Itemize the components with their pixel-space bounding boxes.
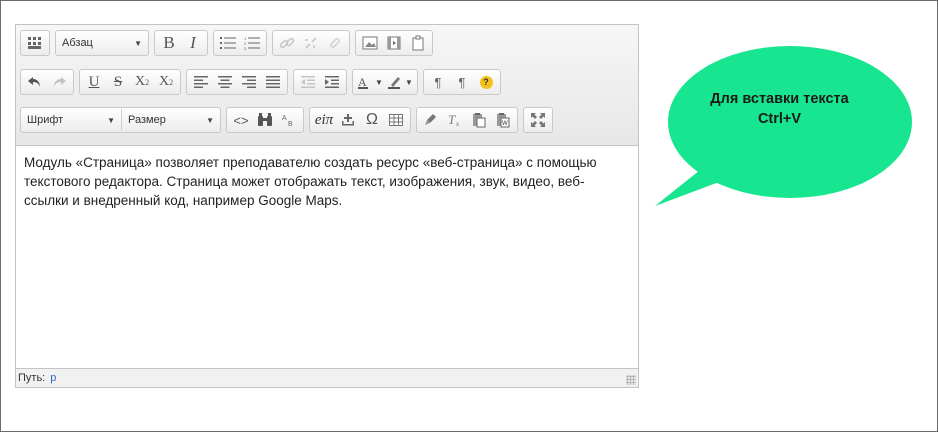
toolbar-row-1: Абзац ▼ B I 123 [20, 30, 438, 56]
align-left-icon[interactable] [189, 71, 213, 93]
chevron-down-icon: ▼ [206, 115, 214, 125]
font-controls-group: Шрифт ▼ Размер ▼ [20, 107, 221, 133]
outdent-icon[interactable] [296, 71, 320, 93]
align-center-icon[interactable] [213, 71, 237, 93]
unlink-icon[interactable] [299, 32, 323, 54]
paste-text-icon[interactable] [467, 109, 491, 131]
table-icon[interactable] [384, 109, 408, 131]
subscript-mark: 2 [145, 77, 150, 87]
toolbar-row-3: Шрифт ▼ Размер ▼ <> AB eiπ Ω T x W [20, 107, 558, 133]
clear-formatting-brush-icon[interactable] [419, 109, 443, 131]
find-replace-icon[interactable] [253, 109, 277, 131]
path-label: Путь: [18, 372, 46, 384]
superscript-button[interactable]: X2 [154, 71, 178, 93]
indent-group [293, 69, 347, 95]
text-color-icon[interactable]: A ▼ [355, 71, 385, 93]
toggle-toolbar-group [20, 30, 50, 56]
italic-button[interactable]: I [181, 32, 205, 54]
special-character-button[interactable]: Ω [360, 109, 384, 131]
subscript-base: X [134, 74, 146, 89]
align-group [186, 69, 288, 95]
history-group [20, 69, 74, 95]
cleanup-group: Tx W [416, 107, 518, 133]
callout-line-1: Для вставки текста [710, 91, 849, 107]
case-change-icon[interactable]: AB [277, 109, 301, 131]
align-justify-icon[interactable] [261, 71, 285, 93]
superscript-mark: 2 [169, 77, 174, 87]
paragraph-format-value: Абзац [62, 37, 93, 49]
image-icon[interactable] [358, 32, 382, 54]
media-group [355, 30, 433, 56]
insert-char-icon[interactable] [336, 109, 360, 131]
callout-line-2: Ctrl+V [757, 111, 802, 127]
callout-text: Для вставки текста Ctrl+V [682, 89, 877, 129]
format-group: U S X2 X2 [79, 69, 181, 95]
svg-text:x: x [456, 122, 459, 127]
redo-icon[interactable] [47, 71, 71, 93]
resize-handle-icon[interactable] [626, 375, 636, 385]
path-element-link[interactable]: p [50, 372, 56, 384]
text-editor: Абзац ▼ B I 123 U S X 2 X 2 A ▼ ▼ ¶ ¶ ? … [15, 24, 639, 388]
svg-text:A: A [358, 75, 367, 89]
equation-button[interactable]: eiπ [312, 109, 336, 131]
code-search-group: <> AB [226, 107, 304, 133]
toolbar-toggle-icon[interactable] [23, 32, 47, 54]
font-size-value: Размер [128, 114, 166, 126]
help-icon: ? [479, 75, 493, 89]
paragraph-format-dropdown[interactable]: Абзац ▼ [55, 30, 149, 56]
fullscreen-icon[interactable] [526, 109, 550, 131]
svg-text:B: B [288, 121, 293, 127]
source-code-icon[interactable]: <> [229, 109, 253, 131]
svg-text:A: A [282, 115, 287, 122]
bold-button[interactable]: B [157, 32, 181, 54]
direction-group: ¶ ¶ ? [423, 69, 501, 95]
numbered-list-icon[interactable]: 123 [240, 32, 264, 54]
editor-content-area[interactable]: Модуль «Страница» позволяет преподавател… [24, 153, 624, 210]
paste-word-icon[interactable]: W [491, 109, 515, 131]
indent-icon[interactable] [320, 71, 344, 93]
toolbar-row-2: U S X2 X2 A ▼ ▼ ¶ ¶ ? [20, 69, 506, 95]
chevron-down-icon: ▼ [134, 38, 142, 48]
chevron-down-icon: ▼ [375, 77, 383, 87]
font-family-dropdown[interactable]: Шрифт ▼ [21, 109, 122, 131]
font-size-dropdown[interactable]: Размер ▼ [122, 109, 220, 131]
content-paragraph: Модуль «Страница» позволяет преподавател… [24, 155, 597, 208]
chevron-down-icon: ▼ [405, 77, 413, 87]
editor-statusbar: Путь: p [16, 368, 638, 387]
svg-text:3: 3 [244, 46, 247, 50]
svg-text:W: W [502, 121, 508, 127]
bullet-list-icon[interactable] [216, 32, 240, 54]
media-icon[interactable] [382, 32, 406, 54]
link-group [272, 30, 350, 56]
fullscreen-group [523, 107, 553, 133]
font-family-value: Шрифт [27, 114, 64, 126]
manage-files-icon[interactable] [406, 32, 430, 54]
align-right-icon[interactable] [237, 71, 261, 93]
list-group: 123 [213, 30, 267, 56]
underline-button[interactable]: U [82, 71, 106, 93]
undo-icon[interactable] [23, 71, 47, 93]
subscript-button[interactable]: X2 [130, 71, 154, 93]
text-style-group: B I [154, 30, 208, 56]
superscript-base: X [158, 74, 170, 89]
svg-text:T: T [448, 113, 456, 127]
insert-group: eiπ Ω [309, 107, 411, 133]
background-color-icon[interactable]: ▼ [385, 71, 415, 93]
editor-toolbar: Абзац ▼ B I 123 U S X 2 X 2 A ▼ ▼ ¶ ¶ ? … [16, 25, 638, 146]
chevron-down-icon: ▼ [107, 115, 115, 125]
help-button[interactable]: ? [474, 71, 498, 93]
anchor-link-icon[interactable] [323, 32, 347, 54]
rtl-direction-icon[interactable]: ¶ [450, 71, 474, 93]
remove-format-icon[interactable]: Tx [443, 109, 467, 131]
color-group: A ▼ ▼ [352, 69, 418, 95]
ltr-direction-icon[interactable]: ¶ [426, 71, 450, 93]
strikethrough-button[interactable]: S [106, 71, 130, 93]
link-icon[interactable] [275, 32, 299, 54]
